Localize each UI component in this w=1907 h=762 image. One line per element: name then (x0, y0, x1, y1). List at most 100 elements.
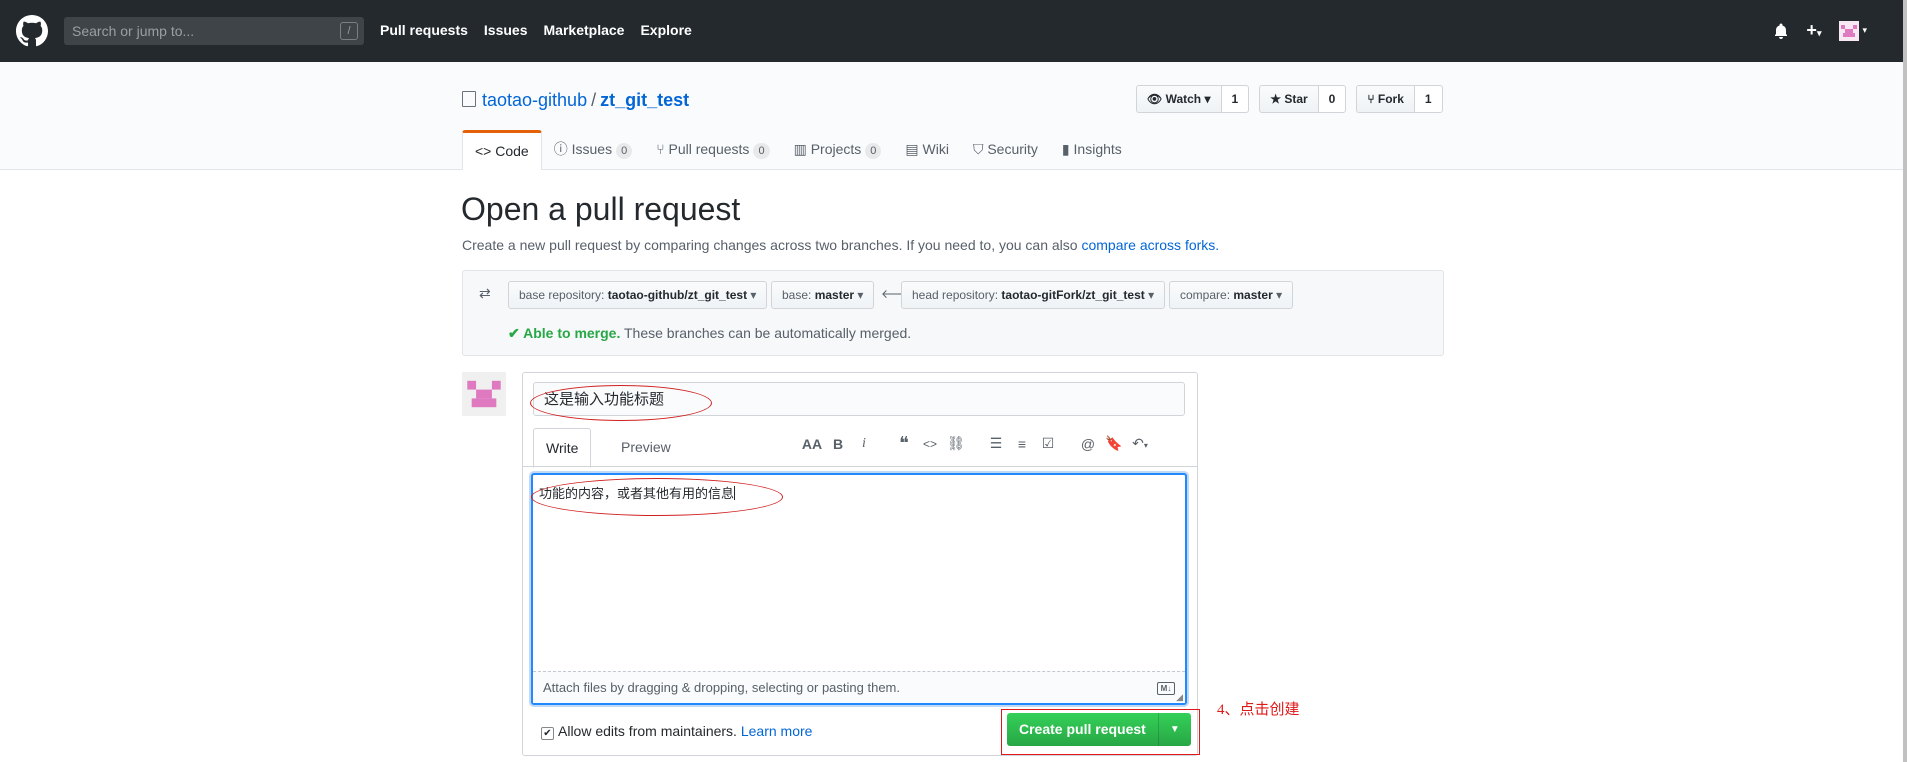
annotation-highlight-box (1001, 709, 1200, 755)
plus-dropdown-icon[interactable]: +▾ (1806, 20, 1821, 41)
scrollbar[interactable] (1903, 0, 1907, 762)
chevron-down-icon: ▾ (1862, 25, 1867, 35)
base-branch-label: base: (782, 288, 812, 302)
tab-preview[interactable]: Preview (609, 428, 683, 466)
file-attachment-zone[interactable]: Attach files by dragging & dropping, sel… (533, 671, 1185, 703)
nav-issues[interactable]: Issues (484, 22, 528, 38)
watch-label: Watch (1165, 92, 1202, 106)
tab-divider (523, 466, 1197, 467)
tab-issues[interactable]: ⓘ Issues 0 (542, 130, 644, 169)
star-icon: ★ (1270, 92, 1281, 106)
fork-button[interactable]: ⑂ Fork (1356, 85, 1415, 113)
search-box[interactable]: / (64, 17, 364, 45)
nav-marketplace[interactable]: Marketplace (544, 22, 625, 38)
page-title: Open a pull request (461, 191, 741, 227)
star-button[interactable]: ★ Star (1259, 85, 1319, 113)
unordered-list-icon[interactable]: ☰ (985, 435, 1007, 452)
repo-header: taotao-github / zt_git_test 👁 Watch ▾ 1 ★ … (0, 62, 1907, 170)
graph-icon: ▮ (1061, 141, 1070, 157)
nav-explore[interactable]: Explore (640, 22, 691, 38)
reply-icon[interactable]: ↶▾ (1129, 435, 1151, 452)
pull-request-icon: ⑂ (656, 141, 665, 157)
header-text-icon[interactable]: AA (801, 436, 823, 452)
attach-hint: Attach files by dragging & dropping, sel… (543, 680, 900, 695)
tab-wiki[interactable]: ▤ Wiki (893, 130, 961, 169)
search-shortcut-key: / (340, 22, 358, 40)
tab-security[interactable]: ⛉ Security (961, 130, 1050, 169)
chevron-down-icon: ▾ (1148, 288, 1155, 302)
code-icon[interactable]: <> (919, 437, 941, 451)
compare-branch-select[interactable]: compare: master ▾ (1169, 281, 1294, 309)
tab-code[interactable]: <> Code (462, 130, 542, 170)
tab-label: Security (987, 141, 1038, 157)
author-avatar[interactable] (462, 372, 506, 416)
bell-icon[interactable] (1774, 23, 1788, 39)
tab-label: Pull requests (668, 141, 750, 157)
nav-pull-requests[interactable]: Pull requests (380, 22, 468, 38)
quote-icon[interactable]: ❝ (893, 433, 915, 454)
resize-handle-icon[interactable]: ◢ (1176, 692, 1183, 703)
watch-button[interactable]: 👁 Watch ▾ (1136, 85, 1222, 113)
chevron-down-icon: ▾ (857, 288, 864, 302)
repo-tabs: <> Code ⓘ Issues 0 ⑂ Pull requests 0 ▥ Pro… (462, 130, 1134, 170)
fork-count[interactable]: 1 (1414, 85, 1443, 113)
user-menu[interactable]: ▾ (1839, 20, 1867, 41)
watch-count[interactable]: 1 (1221, 85, 1250, 113)
tab-label: Projects (810, 141, 862, 157)
link-icon[interactable]: ⛓ (945, 435, 967, 452)
tab-label: Code (495, 143, 529, 159)
tab-projects[interactable]: ▥ Projects 0 (782, 130, 894, 169)
tab-write[interactable]: Write (533, 428, 592, 468)
annotation-ellipse-body (531, 478, 783, 516)
mention-icon[interactable]: @ (1077, 436, 1099, 452)
tab-label: Wiki (922, 141, 949, 157)
repo-name-link[interactable]: zt_git_test (600, 90, 689, 110)
compare-forks-link[interactable]: compare across forks. (1081, 237, 1219, 253)
page-subtitle: Create a new pull request by comparing c… (462, 237, 1219, 253)
user-avatar (1839, 20, 1860, 41)
tab-count: 0 (865, 143, 882, 159)
merge-status-label: Able to merge. (523, 325, 621, 341)
chevron-down-icon: ▾ (750, 288, 757, 302)
issue-icon: ⓘ (553, 141, 568, 157)
italic-icon[interactable]: i (853, 436, 875, 452)
allow-edits-checkbox[interactable]: ✔ (541, 727, 554, 740)
tab-pull-requests[interactable]: ⑂ Pull requests 0 (644, 130, 781, 169)
repo-owner-link[interactable]: taotao-github (482, 90, 587, 110)
tab-count: 0 (616, 143, 633, 159)
header-actions: +▾ ▾ (1774, 20, 1867, 41)
tab-label: Issues (571, 141, 613, 157)
search-input[interactable] (64, 17, 322, 45)
ordered-list-icon[interactable]: ≡ (1011, 436, 1033, 452)
pull-request-form: 这是输入功能标题 Write Preview AA B i ❝ <> ⛓ ☰ ≡… (522, 372, 1198, 756)
fork-label: Fork (1377, 92, 1404, 106)
base-repo-value: taotao-github/zt_git_test (607, 288, 748, 302)
task-list-icon[interactable]: ☑ (1037, 435, 1059, 452)
learn-more-link[interactable]: Learn more (741, 723, 813, 739)
markdown-toolbar: AA B i ❝ <> ⛓ ☰ ≡ ☑ @ 🔖 ↶▾ (801, 433, 1151, 454)
compare-range: ⇄ base repository: taotao-github/zt_git_… (462, 270, 1444, 356)
base-branch-select[interactable]: base: master ▾ (771, 281, 875, 309)
repo-title: taotao-github / zt_git_test (462, 90, 689, 111)
base-repository-select[interactable]: base repository: taotao-github/zt_git_te… (508, 281, 768, 309)
bookmark-icon[interactable]: 🔖 (1103, 435, 1125, 452)
bold-icon[interactable]: B (827, 436, 849, 452)
repo-actions: 👁 Watch ▾ 1 ★ Star 0 ⑂ Fork 1 (1136, 85, 1443, 113)
tab-insights[interactable]: ▮ Insights (1050, 130, 1134, 169)
eye-icon: 👁 (1147, 92, 1163, 106)
github-logo-icon[interactable] (16, 15, 48, 47)
top-header: / Pull requests Issues Marketplace Explo… (0, 0, 1907, 62)
subtitle-text: Create a new pull request by comparing c… (462, 237, 1078, 253)
head-repo-label: head repository: (912, 288, 999, 302)
head-repository-select[interactable]: head repository: taotao-gitFork/zt_git_t… (901, 281, 1166, 309)
star-count[interactable]: 0 (1318, 85, 1347, 113)
compare-arrows-icon: ⇄ (479, 285, 491, 301)
star-label: Star (1284, 92, 1308, 106)
head-repo-value: taotao-gitFork/zt_git_test (1001, 288, 1145, 302)
shield-icon: ⛉ (972, 141, 984, 157)
repo-icon (462, 91, 476, 107)
allow-edits-label[interactable]: Allow edits from maintainers. (558, 723, 737, 739)
global-nav: Pull requests Issues Marketplace Explore (380, 22, 692, 38)
project-icon: ▥ (793, 141, 807, 157)
markdown-icon[interactable]: M↓ (1157, 682, 1175, 695)
